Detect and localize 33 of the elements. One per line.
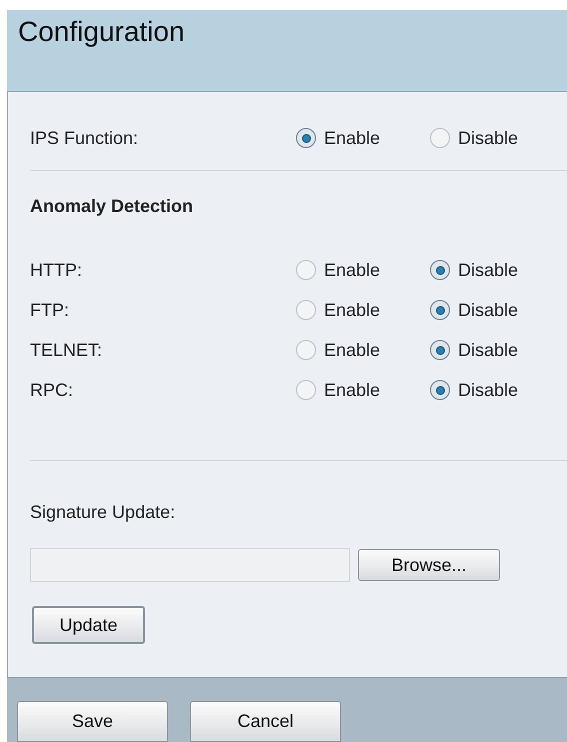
option-label: Enable [324, 126, 380, 150]
update-button[interactable]: Update [32, 606, 145, 644]
file-path-field[interactable] [30, 548, 350, 582]
footer-button[interactable]: Cancel [190, 701, 341, 742]
option-label: Enable [324, 338, 380, 362]
radio-button[interactable] [296, 128, 316, 148]
page-title: Configuration [18, 18, 185, 46]
option-label: Disable [458, 126, 518, 150]
radio-button[interactable] [296, 340, 316, 360]
radio-button[interactable] [430, 340, 450, 360]
radio-button[interactable] [430, 260, 450, 280]
field-label: FTP: [30, 298, 70, 322]
option-label: Enable [324, 378, 380, 402]
field-label: IPS Function: [30, 126, 140, 150]
option-label: Disable [458, 378, 518, 402]
field-label: TELNET: [30, 338, 104, 362]
radio-button[interactable] [296, 380, 316, 400]
option-label: Enable [324, 258, 380, 282]
browse-button[interactable]: Browse... [358, 549, 500, 581]
option-label: Disable [458, 258, 518, 282]
field-label: Signature Update: [30, 501, 176, 524]
radio-button[interactable] [296, 300, 316, 320]
option-label: Disable [458, 338, 518, 362]
section-heading: Anomaly Detection [30, 195, 194, 218]
field-label: RPC: [30, 378, 74, 402]
footer-button[interactable]: Save [17, 701, 168, 742]
radio-button[interactable] [296, 260, 316, 280]
option-label: Disable [458, 298, 518, 322]
option-label: Enable [324, 298, 380, 322]
radio-button[interactable] [430, 380, 450, 400]
radio-button[interactable] [430, 300, 450, 320]
field-label: HTTP: [30, 258, 83, 282]
radio-button[interactable] [430, 128, 450, 148]
